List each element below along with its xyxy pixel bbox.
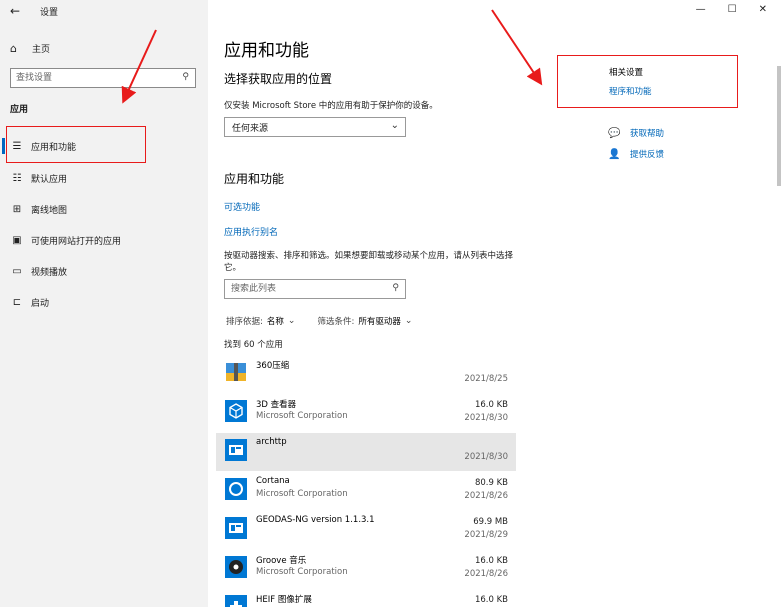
app-date: 2021/8/25 xyxy=(464,374,508,384)
default-apps-icon: ☷ xyxy=(12,172,22,184)
image-extension-icon xyxy=(224,594,248,607)
app-size: 16.0 KB xyxy=(474,595,508,605)
apps-section-title: 应用和功能 xyxy=(224,172,285,186)
cortana-app-icon xyxy=(224,477,248,501)
app-date: 2021/8/30 xyxy=(464,413,508,423)
app-date: 2021/8/26 xyxy=(464,569,508,579)
sidebar-item-label: 可使用网站打开的应用 xyxy=(31,236,122,247)
chat-bubble-icon: 💬 xyxy=(608,127,621,139)
sort-dropdown[interactable]: 排序依据: 名称 ⌄ xyxy=(226,315,295,327)
app-list-item[interactable]: GEODAS-NG version 1.1.3.1 69.9 MB 2021/8… xyxy=(216,511,516,549)
app-name: Groove 音乐 xyxy=(256,556,307,566)
home-icon: ⌂ xyxy=(10,41,17,55)
archive-app-icon xyxy=(224,360,248,384)
sort-label: 排序依据: xyxy=(226,317,263,327)
search-icon[interactable]: ⚲ xyxy=(392,283,399,293)
sidebar-item-label: 视频播放 xyxy=(31,267,68,278)
window-title: 设置 xyxy=(40,8,59,18)
chevron-down-icon: ⌄ xyxy=(390,120,399,131)
sidebar-item-label: 启动 xyxy=(31,298,50,309)
app-execution-alias-link[interactable]: 应用执行别名 xyxy=(224,225,278,238)
app-date: 2021/8/30 xyxy=(464,452,508,462)
app-size: 16.0 KB xyxy=(474,556,508,566)
sidebar-item-startup[interactable]: ⊏ 启动 xyxy=(0,291,208,313)
active-indicator xyxy=(2,138,5,154)
apps-search-box[interactable]: ⚲ xyxy=(224,279,406,299)
feedback-person-icon: 👤 xyxy=(608,148,621,160)
app-name: GEODAS-NG version 1.1.3.1 xyxy=(256,515,375,525)
back-arrow-icon[interactable]: ← xyxy=(10,4,20,18)
sort-filter-row: 排序依据: 名称 ⌄ 筛选条件: 所有驱动器 ⌄ xyxy=(226,315,412,327)
app-list-item[interactable]: HEIF 图像扩展 16.0 KB xyxy=(216,589,516,607)
apps-search-input[interactable] xyxy=(231,280,381,298)
groove-music-icon xyxy=(224,555,248,579)
sidebar-item-web-apps[interactable]: ▣ 可使用网站打开的应用 xyxy=(0,229,208,251)
give-feedback-link[interactable]: 👤 提供反馈 xyxy=(608,148,665,161)
page-title: 应用和功能 xyxy=(224,41,309,61)
window-controls: — ☐ ✕ xyxy=(696,4,767,15)
app-list-item-selected[interactable]: archttp 2021/8/30 xyxy=(216,433,516,471)
web-app-icon: ▣ xyxy=(12,234,22,246)
give-feedback-label: 提供反馈 xyxy=(630,150,665,160)
chevron-down-icon: ⌄ xyxy=(287,316,296,326)
sidebar-section-label: 应用 xyxy=(10,105,29,115)
home-nav-item[interactable]: ⌂ 主页 xyxy=(10,40,50,56)
maximize-icon[interactable]: ☐ xyxy=(728,4,737,15)
filter-dropdown[interactable]: 筛选条件: 所有驱动器 ⌄ xyxy=(317,315,412,327)
install-source-title: 选择获取应用的位置 xyxy=(224,72,333,86)
get-help-link[interactable]: 💬 获取帮助 xyxy=(608,127,665,140)
app-list-item[interactable]: 360压缩 2021/8/25 xyxy=(216,355,516,393)
app-publisher: Microsoft Corporation xyxy=(256,567,348,577)
sidebar-item-label: 离线地图 xyxy=(31,205,68,216)
app-size: 80.9 KB xyxy=(474,478,508,488)
settings-search-box[interactable]: ⚲ xyxy=(10,68,196,88)
startup-icon: ⊏ xyxy=(12,296,22,308)
title-bar-left: ← 设置 xyxy=(0,0,208,22)
sidebar-item-offline-maps[interactable]: ⊞ 离线地图 xyxy=(0,198,208,220)
app-list-item[interactable]: 3D 查看器 Microsoft Corporation 16.0 KB 202… xyxy=(216,394,516,432)
app-date: 2021/8/26 xyxy=(464,491,508,501)
map-icon: ⊞ xyxy=(12,203,22,215)
app-name: 3D 查看器 xyxy=(256,400,297,410)
search-icon[interactable]: ⚲ xyxy=(182,72,189,82)
sort-value: 名称 xyxy=(266,317,284,327)
close-icon[interactable]: ✕ xyxy=(759,4,767,15)
chevron-down-icon: ⌄ xyxy=(404,316,413,326)
filter-label: 筛选条件: xyxy=(317,317,355,327)
install-source-description: 仅安装 Microsoft Store 中的应用有助于保护你的设备。 xyxy=(224,101,438,111)
filter-value: 所有驱动器 xyxy=(358,317,401,327)
sidebar: ← 设置 ⌂ 主页 ⚲ 应用 ☰ 应用和功能 ☷ 默认应用 ⊞ 离线地图 ▣ 可… xyxy=(0,0,208,607)
app-size: 69.9 MB xyxy=(473,517,508,527)
apps-section-description: 按驱动器搜索、排序和筛选。如果想要卸载或移动某个应用，请从列表中选择它。 xyxy=(224,251,514,273)
sidebar-item-label: 默认应用 xyxy=(31,174,68,185)
highlight-box-apps-features xyxy=(6,126,146,163)
app-size: 16.0 KB xyxy=(474,400,508,410)
sidebar-item-video-playback[interactable]: ▭ 视频播放 xyxy=(0,260,208,282)
window-app-icon xyxy=(224,438,248,462)
video-icon: ▭ xyxy=(12,265,22,277)
app-publisher: Microsoft Corporation xyxy=(256,411,348,421)
dropdown-value: 任何来源 xyxy=(232,123,269,134)
apps-found-count: 找到 60 个应用 xyxy=(224,340,283,350)
scrollbar[interactable] xyxy=(777,66,781,186)
home-label: 主页 xyxy=(32,44,51,55)
app-name: archttp xyxy=(256,437,287,447)
app-list-item[interactable]: Groove 音乐 Microsoft Corporation 16.0 KB … xyxy=(216,550,516,588)
app-name: HEIF 图像扩展 xyxy=(256,595,312,605)
settings-search-input[interactable] xyxy=(16,69,176,87)
sidebar-item-default-apps[interactable]: ☷ 默认应用 xyxy=(0,167,208,189)
app-name: 360压缩 xyxy=(256,361,290,371)
app-publisher: Microsoft Corporation xyxy=(256,489,348,499)
app-list-item[interactable]: Cortana Microsoft Corporation 80.9 KB 20… xyxy=(216,472,516,510)
get-help-label: 获取帮助 xyxy=(630,129,665,139)
install-source-dropdown[interactable]: 任何来源 ⌄ xyxy=(224,117,406,137)
highlight-box-related-settings xyxy=(557,55,738,108)
cube-app-icon xyxy=(224,399,248,423)
app-name: Cortana xyxy=(256,476,290,486)
window-app-icon xyxy=(224,516,248,540)
optional-features-link[interactable]: 可选功能 xyxy=(224,200,260,213)
app-date: 2021/8/29 xyxy=(464,530,508,540)
minimize-icon[interactable]: — xyxy=(696,4,706,15)
